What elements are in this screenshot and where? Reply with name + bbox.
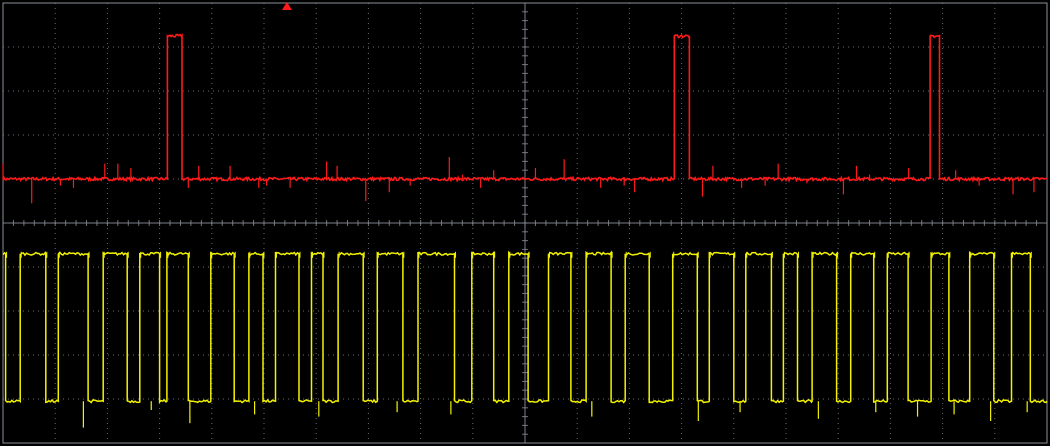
oscilloscope-display bbox=[0, 0, 1050, 446]
